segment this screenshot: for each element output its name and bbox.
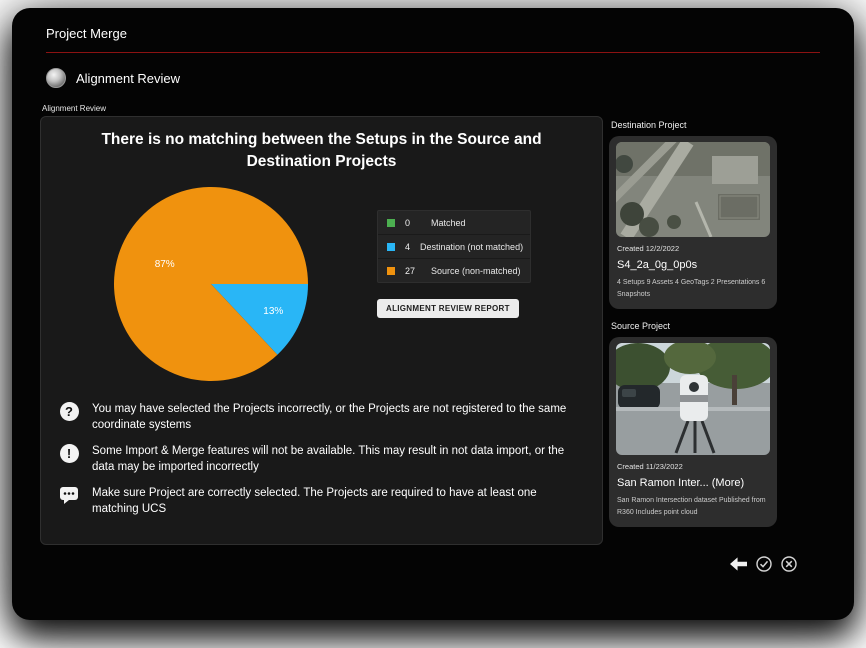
destination-description: 4 Setups 9 Assets 4 GeoTags 2 Presentati… [617, 277, 769, 300]
destination-project-label: Destination Project [611, 120, 777, 130]
source-project-card: Created 11/23/2022 San Ramon Inter... (M… [609, 337, 777, 527]
close-icon[interactable] [781, 556, 797, 572]
pie-slice-label: 87% [155, 259, 175, 270]
question-icon: ? [60, 402, 79, 421]
note-text: You may have selected the Projects incor… [92, 402, 584, 433]
legend-count: 0 [405, 218, 421, 228]
legend-row-source: 27 Source (non-matched) [378, 259, 530, 282]
dialog-actions [730, 556, 797, 572]
alignment-review-icon [46, 68, 66, 88]
pie-slice-label: 13% [263, 306, 283, 317]
section-title: Alignment Review [76, 71, 180, 86]
destination-title[interactable]: S4_2a_0g_0p0s [617, 259, 769, 271]
alignment-review-report-button[interactable]: ALIGNMENT REVIEW REPORT [377, 299, 519, 318]
matched-swatch [387, 219, 395, 227]
destination-project-card: Created 12/2/2022 S4_2a_0g_0p0s 4 Setups… [609, 136, 777, 309]
alignment-review-panel: There is no matching between the Setups … [40, 116, 603, 545]
panel-group-label: Alignment Review [42, 104, 854, 113]
note-import-merge: ! Some Import & Merge features will not … [59, 444, 584, 475]
source-title[interactable]: San Ramon Inter... (More) [617, 477, 769, 489]
legend-row-destination: 4 Destination (not matched) [378, 235, 530, 259]
source-created: Created 11/23/2022 [617, 462, 769, 471]
exclamation-icon: ! [60, 444, 79, 463]
source-swatch [387, 267, 395, 275]
notes-list: ? You may have selected the Projects inc… [59, 402, 584, 517]
note-matching-ucs: Make sure Project are correctly selected… [59, 486, 584, 517]
legend-count: 4 [405, 242, 410, 252]
comment-icon [59, 486, 79, 504]
pie-chart: 13% 87% [111, 184, 311, 384]
legend-label: Matched [431, 218, 466, 228]
title-divider [46, 52, 820, 53]
back-arrow-icon[interactable] [730, 557, 747, 571]
note-text: Make sure Project are correctly selected… [92, 486, 584, 517]
no-matching-heading: There is no matching between the Setups … [65, 129, 578, 172]
projects-sidebar: Destination Project Created 12/2/20 [609, 116, 777, 539]
note-coordinate-systems: ? You may have selected the Projects inc… [59, 402, 584, 433]
legend-label: Destination (not matched) [420, 242, 523, 252]
source-description: San Ramon Intersection dataset Published… [617, 495, 769, 518]
window-title: Project Merge [12, 8, 854, 41]
destination-thumbnail [616, 142, 770, 237]
destination-created: Created 12/2/2022 [617, 244, 769, 253]
chart-legend: 0 Matched 4 Destination (not matched) 27… [377, 210, 531, 283]
confirm-icon[interactable] [756, 556, 772, 572]
legend-count: 27 [405, 266, 421, 276]
legend-row-matched: 0 Matched [378, 211, 530, 235]
legend-label: Source (non-matched) [431, 266, 521, 276]
note-text: Some Import & Merge features will not be… [92, 444, 584, 475]
source-thumbnail [616, 343, 770, 455]
source-project-label: Source Project [611, 321, 777, 331]
project-merge-dialog: Project Merge Alignment Review Alignment… [12, 8, 854, 620]
destination-swatch [387, 243, 395, 251]
